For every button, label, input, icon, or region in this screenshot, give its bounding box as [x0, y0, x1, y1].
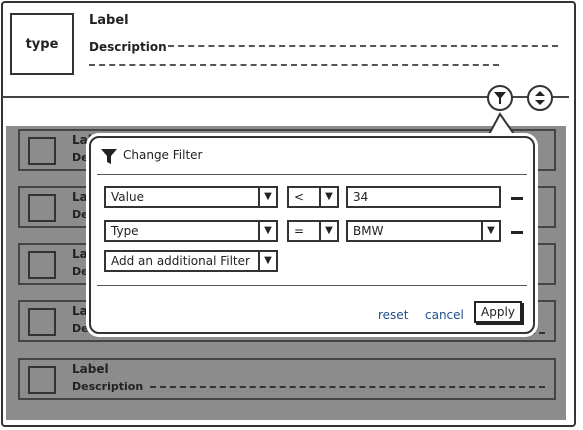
popup-title: Change Filter: [123, 148, 203, 162]
item-checkbox: [28, 194, 56, 222]
filter-icon: [101, 149, 117, 164]
operator-select-text: =: [294, 224, 305, 238]
item-checkbox: [28, 366, 56, 394]
sort-button[interactable]: [527, 85, 553, 111]
apply-button[interactable]: Apply: [474, 301, 522, 323]
chevron-down-icon: ▼: [319, 222, 337, 240]
value-select-bmw[interactable]: BMW ▼: [346, 220, 501, 242]
item-checkbox: [28, 251, 56, 279]
sort-icon: [535, 91, 545, 105]
value-input[interactable]: 34: [346, 186, 501, 208]
type-thumbnail: type: [10, 13, 74, 75]
remove-filter-button[interactable]: [511, 231, 523, 234]
filter-icon: [494, 92, 506, 104]
field-select-text: Value: [111, 190, 144, 204]
item-checkbox: [28, 308, 56, 336]
value-select-text: BMW: [353, 224, 384, 238]
filter-button[interactable]: [487, 85, 513, 111]
add-filter-select[interactable]: Add an additional Filter ▼: [104, 250, 278, 272]
chevron-down-icon: ▼: [319, 188, 337, 206]
operator-select-lt[interactable]: < ▼: [287, 186, 339, 208]
chevron-down-icon: ▼: [258, 252, 276, 270]
operator-select-text: <: [294, 190, 305, 204]
change-filter-popup: Change Filter Value ▼ < ▼ 34 Type ▼ = ▼ …: [89, 136, 535, 334]
header-label: Label: [89, 13, 129, 28]
chevron-down-icon: ▼: [258, 188, 276, 206]
cancel-link[interactable]: cancel: [425, 308, 464, 322]
item-label: Label: [72, 362, 109, 376]
list-item[interactable]: Label Description: [18, 358, 556, 400]
divider: [2, 96, 569, 98]
popup-divider: [97, 174, 527, 175]
chevron-down-icon: ▼: [481, 222, 499, 240]
remove-filter-button[interactable]: [511, 197, 523, 200]
field-select-text: Type: [111, 224, 139, 238]
header-description: Description: [89, 40, 167, 54]
item-description: Description: [72, 380, 144, 393]
description-scribble: [168, 45, 558, 51]
popup-divider: [97, 285, 527, 286]
description-scribble: [89, 64, 499, 70]
field-select-type[interactable]: Type ▼: [104, 220, 278, 242]
chevron-down-icon: ▼: [258, 222, 276, 240]
reset-link[interactable]: reset: [378, 308, 408, 322]
value-input-text: 34: [353, 190, 369, 204]
thumbnail-text: type: [25, 36, 59, 52]
add-filter-text: Add an additional Filter: [111, 254, 250, 268]
field-select-value[interactable]: Value ▼: [104, 186, 278, 208]
operator-select-eq[interactable]: = ▼: [287, 220, 339, 242]
item-checkbox: [28, 137, 56, 165]
description-scribble: [150, 386, 545, 390]
